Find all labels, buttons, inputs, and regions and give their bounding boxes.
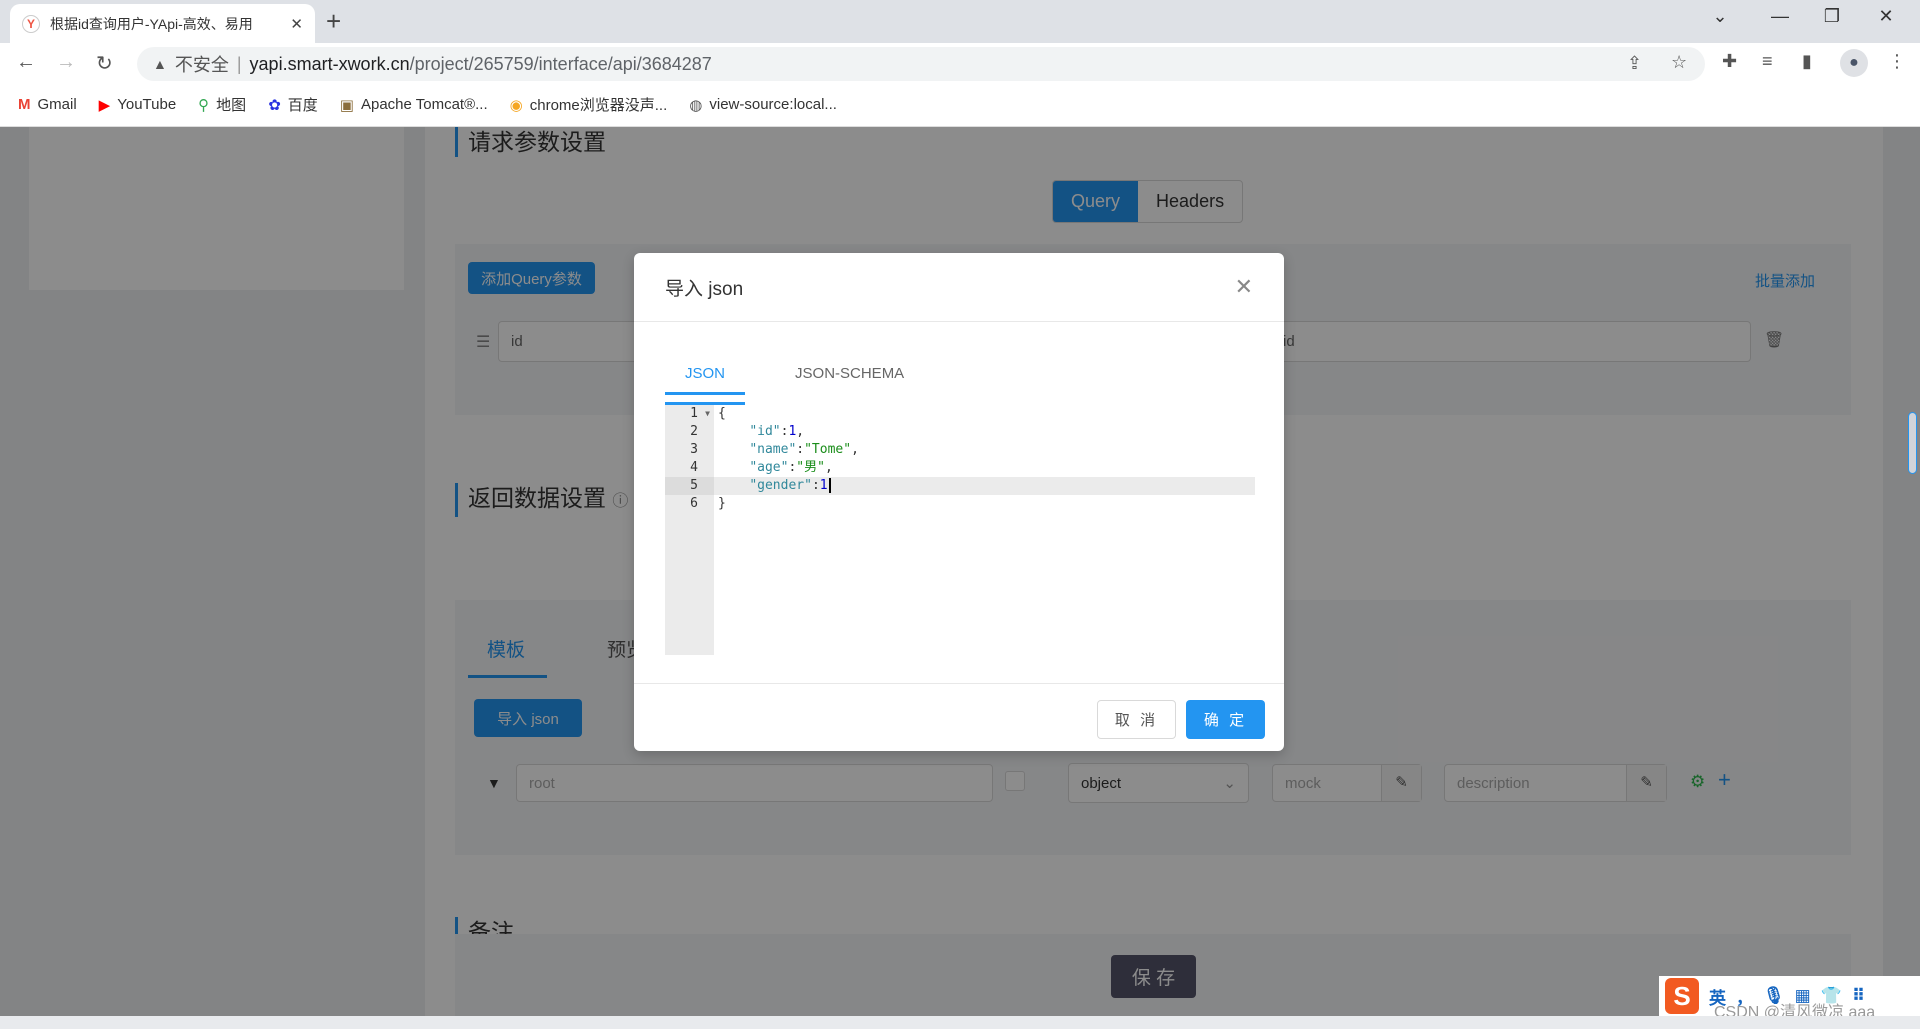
baidu-icon: ✿	[268, 96, 281, 114]
line-number: 5	[665, 477, 714, 495]
line-number: 3	[690, 442, 698, 457]
back-arrow-icon[interactable]: ←	[16, 51, 36, 74]
code-line: "age":"男",	[714, 459, 1255, 477]
media-playlist-icon[interactable]: ≡	[1762, 51, 1773, 72]
taskbar-strip	[0, 1016, 1920, 1029]
bookmarks-bar: M Gmail ▶ YouTube ⚲ 地图 ✿ 百度 ▣ Apache Tomcat®.…	[0, 83, 1920, 127]
reload-icon[interactable]: ↻	[96, 51, 113, 76]
page-scrollbar[interactable]	[1908, 412, 1917, 474]
url-host: yapi.smart-xwork.cn	[249, 53, 410, 74]
bookmark-label: 地图	[216, 97, 247, 114]
browser-tab-strip: Y 根据id查询用户-YApi-高效、易用 ✕ + ⌄ — ❐ ✕	[0, 0, 1920, 43]
line-number: 1 ▼	[690, 405, 710, 423]
ok-button[interactable]: 确 定	[1186, 700, 1265, 739]
code-line: "name":"Tome",	[714, 441, 1255, 459]
text-cursor	[828, 478, 831, 493]
code-line: }	[714, 495, 1255, 513]
line-number: 4	[690, 460, 698, 475]
code-line: "id":1,	[714, 423, 1255, 441]
maps-icon: ⚲	[198, 96, 210, 114]
code-token: 1	[819, 478, 828, 493]
divider: |	[236, 53, 242, 74]
forward-arrow-icon[interactable]: →	[56, 51, 76, 74]
code-line: {	[714, 405, 1255, 423]
chrome-help-icon: ◉	[509, 96, 523, 114]
bookmark-baidu[interactable]: ✿ 百度	[268, 94, 318, 115]
code-token: :	[796, 442, 805, 457]
modal-title: 导入 json	[665, 278, 744, 300]
bookmark-tomcat[interactable]: ▣ Apache Tomcat®...	[340, 96, 488, 114]
browser-tab[interactable]: Y 根据id查询用户-YApi-高效、易用 ✕	[10, 4, 315, 43]
import-json-modal: 导入 json ✕ JSON JSON-SCHEMA 1 ▼ 2 3 4 5 6 { "id…	[634, 253, 1284, 751]
url-path: /project/265759/interface/api/3684287	[409, 53, 712, 74]
bookmark-gmail[interactable]: M Gmail	[18, 96, 77, 113]
modal-header: 导入 json ✕	[634, 253, 1284, 322]
yapi-favicon-icon: Y	[22, 14, 40, 33]
line-number: 2	[690, 424, 698, 439]
bookmark-label: 百度	[287, 97, 318, 114]
code-token: ,	[824, 460, 833, 475]
bookmark-label: view-source:local...	[709, 96, 837, 113]
bookmark-chrome-help[interactable]: ◉ chrome浏览器没声...	[510, 94, 668, 115]
minimize-button[interactable]: —	[1760, 6, 1800, 27]
menu-kebab-icon[interactable]: ⋮	[1888, 51, 1906, 72]
modal-footer: 取 消 确 定	[634, 683, 1284, 751]
share-icon[interactable]: ⇪	[1627, 53, 1642, 74]
not-secure-label: 不安全	[174, 55, 229, 75]
json-code-editor[interactable]: 1 ▼ 2 3 4 5 6 { "id":1, "name":"Tome", "age":"…	[665, 405, 1255, 655]
bookmark-view-source[interactable]: ◍ view-source:local...	[689, 96, 837, 114]
code-token: {	[718, 406, 726, 421]
code-token: "Tome"	[804, 442, 852, 457]
bookmark-maps[interactable]: ⚲ 地图	[198, 94, 246, 115]
close-icon[interactable]: ✕	[1235, 274, 1253, 300]
line-number: 6	[690, 496, 698, 511]
code-token: "name"	[749, 442, 797, 457]
code-token: "男"	[796, 460, 825, 475]
profile-avatar-icon[interactable]: ●	[1840, 49, 1868, 77]
tab-search-chevron-down-icon[interactable]: ⌄	[1700, 6, 1740, 27]
gmail-icon: M	[18, 96, 31, 113]
close-tab-icon[interactable]: ✕	[290, 15, 303, 33]
tomcat-icon: ▣	[339, 96, 354, 114]
code-line: "gender":1	[714, 477, 1255, 495]
tab-json-schema[interactable]: JSON-SCHEMA	[745, 365, 924, 395]
code-token: :	[811, 478, 820, 493]
address-bar[interactable]: ▲ 不安全 | yapi.smart-xwork.cn /project/265…	[137, 47, 1705, 81]
side-panel-icon[interactable]: ▮	[1802, 51, 1812, 72]
bookmark-label: Gmail	[37, 96, 77, 113]
warning-icon: ▲	[153, 56, 167, 72]
code-token: ,	[796, 424, 805, 439]
bookmark-label: chrome浏览器没声...	[529, 97, 668, 114]
star-icon[interactable]: ☆	[1671, 52, 1687, 73]
youtube-icon: ▶	[98, 96, 111, 114]
cancel-button[interactable]: 取 消	[1097, 700, 1176, 739]
code-token: "age"	[749, 460, 789, 475]
modal-tabs: JSON JSON-SCHEMA	[665, 365, 924, 395]
globe-icon: ◍	[689, 96, 703, 114]
fold-toggle-icon[interactable]: ▼	[705, 405, 710, 423]
restore-button[interactable]: ❐	[1812, 6, 1852, 27]
line-number-gutter: 1 ▼ 2 3 4 5 6	[665, 405, 714, 655]
sogou-logo-icon: S	[1665, 978, 1699, 1014]
code-token: "gender"	[749, 478, 812, 493]
bookmark-label: Apache Tomcat®...	[360, 96, 488, 113]
close-window-button[interactable]: ✕	[1866, 6, 1906, 27]
new-tab-button[interactable]: +	[326, 6, 341, 37]
code-token: "id"	[749, 424, 781, 439]
tab-title: 根据id查询用户-YApi-高效、易用	[50, 15, 253, 32]
code-token: }	[718, 496, 726, 511]
bookmark-label: YouTube	[117, 96, 177, 113]
bookmark-youtube[interactable]: ▶ YouTube	[99, 96, 177, 114]
extensions-puzzle-icon[interactable]: ✚	[1722, 51, 1737, 72]
browser-toolbar: ← → ↻ ▲ 不安全 | yapi.smart-xwork.cn /proje…	[0, 43, 1920, 83]
code-token: ,	[851, 442, 859, 457]
code-area[interactable]: { "id":1, "name":"Tome", "age":"男", "gen…	[714, 405, 1255, 513]
tab-json[interactable]: JSON	[665, 365, 746, 395]
